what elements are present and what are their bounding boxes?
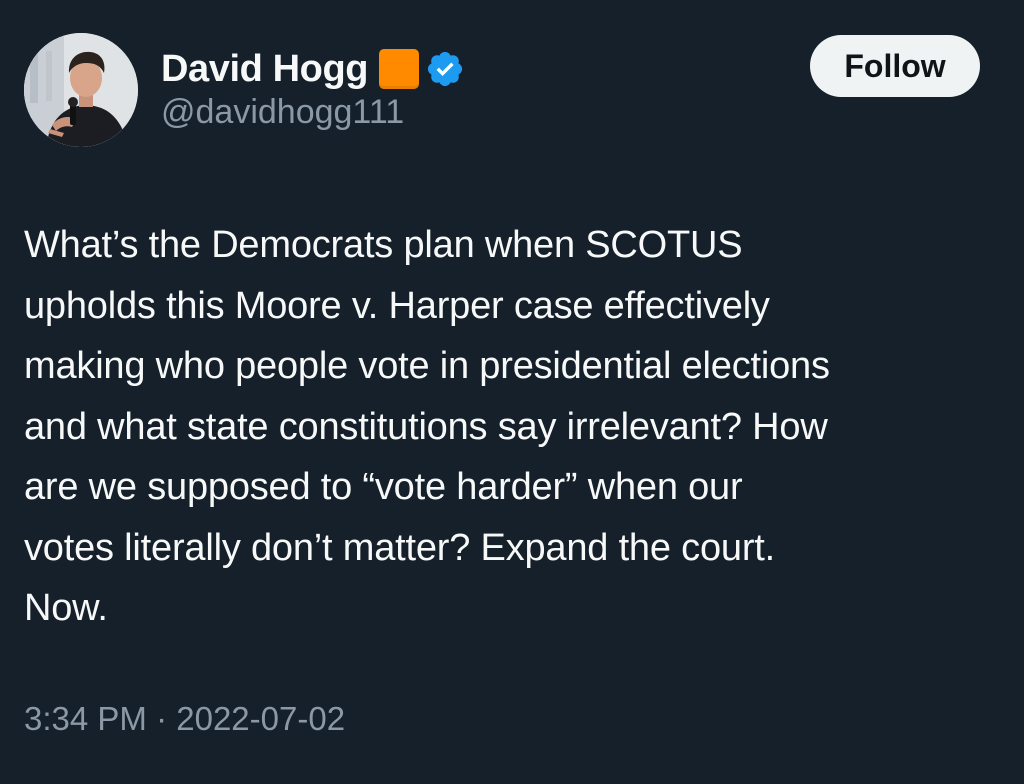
avatar[interactable]	[24, 33, 138, 147]
tweet-timestamp[interactable]: 3:34 PM · 2022-07-02	[24, 700, 345, 738]
display-name[interactable]: David Hogg	[161, 48, 369, 91]
tweet-text: What’s the Democrats plan when SCOTUS up…	[24, 224, 830, 629]
verified-badge-icon[interactable]	[425, 49, 465, 89]
meta-separator: ·	[156, 700, 168, 737]
follow-button[interactable]: Follow	[810, 35, 980, 97]
tweet-time[interactable]: 3:34 PM	[24, 700, 147, 737]
user-handle[interactable]: @davidhogg111	[161, 93, 404, 132]
tweet-card: David Hogg @davidhogg111 Follow What’s t…	[0, 0, 1024, 784]
orange-square-emoji-icon	[379, 49, 420, 89]
avatar-photo	[24, 33, 138, 147]
name-row: David Hogg	[161, 42, 465, 96]
tweet-date[interactable]: 2022-07-02	[176, 700, 345, 737]
